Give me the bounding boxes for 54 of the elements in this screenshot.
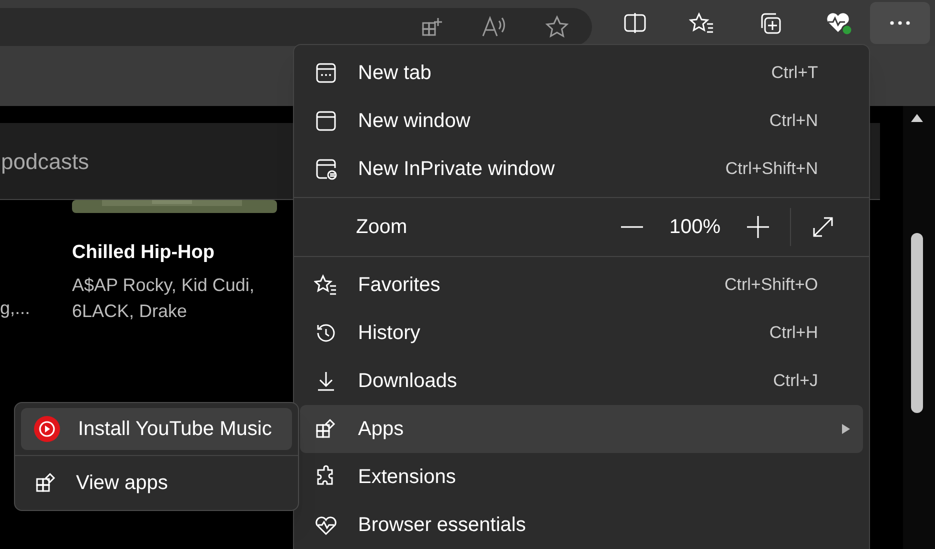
zoom-label: Zoom [356, 215, 408, 240]
menu-item-label: Downloads [358, 369, 457, 394]
menu-item-label: New tab [358, 61, 432, 86]
chevron-right-icon [842, 424, 850, 434]
read-aloud-icon[interactable] [481, 15, 507, 39]
shortcut-text: Ctrl+N [769, 110, 818, 132]
apps-icon [34, 471, 58, 495]
menu-item[interactable]: Downloads Ctrl+J [300, 357, 863, 405]
scrollbar-thumb[interactable] [910, 233, 922, 413]
favorites-icon [314, 273, 338, 297]
submenu-item[interactable]: View apps [21, 461, 292, 505]
expand-icon [811, 215, 835, 239]
shortcut-text: Ctrl+H [769, 322, 818, 344]
more-icon [890, 21, 910, 25]
new-tab-icon [314, 61, 338, 85]
menu-item-label: Browser essentials [358, 513, 526, 538]
favorites-icon[interactable] [689, 11, 715, 35]
menu-item[interactable]: History Ctrl+H [300, 309, 863, 357]
private-window-icon [314, 157, 338, 181]
add-app-icon[interactable] [420, 15, 444, 39]
shortcut-text: Ctrl+T [771, 62, 818, 84]
menu-item[interactable]: Favorites Ctrl+Shift+O [300, 261, 863, 309]
submenu-item-label: View apps [76, 471, 168, 496]
window-icon [314, 109, 338, 133]
scroll-up-icon[interactable] [910, 113, 924, 123]
submenu-item[interactable]: Install YouTube Music [21, 408, 292, 450]
menu-item[interactable]: Extensions [300, 453, 863, 501]
menu-item[interactable]: Apps [300, 405, 863, 453]
minus-icon [621, 226, 643, 228]
shortcut-text: Ctrl+Shift+N [725, 158, 818, 180]
shortcut-text: Ctrl+Shift+O [724, 274, 818, 296]
zoom-value: 100% [668, 215, 722, 240]
heart-pulse-icon[interactable] [825, 10, 853, 36]
scrollbar[interactable] [903, 106, 935, 549]
apps-icon [314, 417, 338, 441]
shortcut-text: Ctrl+J [773, 370, 818, 392]
plus-icon [747, 216, 769, 238]
star-icon[interactable] [544, 15, 570, 39]
menu-item[interactable]: New window Ctrl+N [300, 97, 863, 145]
submenu-item-label: Install YouTube Music [78, 417, 272, 442]
menu-item[interactable]: Browser essentials [300, 501, 863, 549]
card-title: Chilled Hip-Hop [72, 241, 216, 265]
split-screen-icon[interactable] [623, 11, 647, 35]
search-text: podcasts [1, 148, 90, 176]
menu-item-label: New window [358, 109, 470, 134]
card-subtitle: g,... [0, 298, 30, 318]
menu-item-label: New InPrivate window [358, 157, 555, 182]
menu-item-label: Favorites [358, 273, 440, 298]
menu-item-label: Extensions [358, 465, 456, 490]
menu-item-label: History [358, 321, 420, 346]
play-icon [34, 416, 60, 442]
card-subtitle: A$AP Rocky, Kid Cudi, 6LACK, Drake [72, 274, 256, 322]
menu-item-label: Apps [358, 417, 404, 442]
menu-item[interactable]: New InPrivate window Ctrl+Shift+N [300, 145, 863, 193]
